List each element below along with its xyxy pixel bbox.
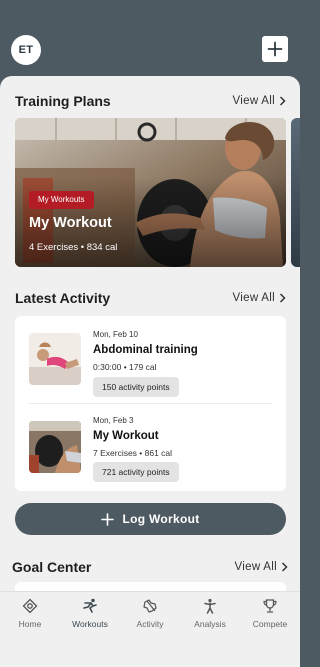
activity-points-badge: 150 activity points — [93, 377, 179, 397]
latest-activity-card: Mon, Feb 10 Abdominal training 0:30:00 •… — [15, 316, 286, 491]
activity-meta: 7 Exercises • 861 cal — [93, 448, 173, 458]
activity-title: Abdominal training — [93, 344, 198, 356]
analysis-icon — [204, 598, 216, 614]
trophy-icon — [263, 599, 277, 613]
nav-label: Compete — [252, 619, 288, 629]
main-content: Training Plans View All My Workouts My W… — [0, 76, 300, 591]
plan-badge: My Workouts — [29, 191, 94, 209]
activity-title: My Workout — [93, 430, 159, 442]
training-plans-view-all[interactable]: View All — [233, 89, 286, 113]
top-bar: ET — [0, 0, 300, 76]
view-all-label: View All — [232, 95, 275, 107]
system-bar — [0, 636, 300, 667]
goal-center-card[interactable] — [15, 582, 286, 591]
activity-points-badge: 721 activity points — [93, 462, 179, 482]
nav-item-analysis[interactable]: Analysis — [180, 592, 240, 637]
training-plans-title: Training Plans — [15, 93, 111, 109]
nav-label: Activity — [136, 619, 164, 629]
nav-item-compete[interactable]: Compete — [240, 592, 300, 637]
activity-date: Mon, Feb 10 — [93, 330, 138, 339]
activity-thumbnail — [29, 421, 81, 473]
plus-icon — [101, 512, 115, 526]
activity-meta: 0:30:00 • 179 cal — [93, 362, 157, 372]
nav-label: Home — [18, 619, 42, 629]
training-plans-header: Training Plans View All — [0, 89, 300, 113]
goal-center-view-all[interactable]: View All — [235, 555, 288, 579]
nav-item-home[interactable]: Home — [0, 592, 60, 637]
goal-center-header: Goal Center View All — [0, 555, 300, 579]
log-workout-button[interactable]: Log Workout — [15, 503, 286, 535]
latest-activity-header: Latest Activity View All — [0, 286, 300, 310]
training-plan-card-next[interactable] — [291, 118, 300, 267]
plus-icon — [267, 41, 283, 57]
view-all-label: View All — [234, 561, 277, 573]
plan-title: My Workout — [29, 215, 112, 231]
home-icon — [22, 598, 38, 614]
bottom-nav: Home Workouts Activity Analysis Compete — [0, 591, 300, 636]
nav-label: Workouts — [72, 619, 108, 629]
goal-center-title: Goal Center — [12, 559, 92, 575]
latest-activity-title: Latest Activity — [15, 290, 111, 306]
view-all-label: View All — [232, 292, 275, 304]
workouts-icon — [83, 598, 97, 613]
chevron-right-icon — [279, 96, 286, 106]
add-button[interactable] — [262, 36, 288, 62]
chevron-right-icon — [279, 293, 286, 303]
activity-item[interactable]: Mon, Feb 10 Abdominal training 0:30:00 •… — [15, 316, 286, 404]
chevron-right-icon — [281, 562, 288, 572]
plan-meta: 4 Exercises • 834 cal — [29, 242, 118, 253]
activity-item[interactable]: Mon, Feb 3 My Workout 7 Exercises • 861 … — [15, 404, 286, 492]
nav-item-activity[interactable]: Activity — [120, 592, 180, 637]
training-plan-card[interactable]: My Workouts My Workout 4 Exercises • 834… — [15, 118, 286, 267]
activity-thumbnail — [29, 333, 81, 385]
activity-date: Mon, Feb 3 — [93, 416, 134, 425]
profile-avatar[interactable]: ET — [11, 35, 41, 65]
nav-label: Analysis — [194, 619, 226, 629]
latest-activity-view-all[interactable]: View All — [233, 286, 286, 310]
activity-icon — [143, 599, 157, 613]
nav-item-workouts[interactable]: Workouts — [60, 592, 120, 637]
log-workout-label: Log Workout — [122, 512, 200, 526]
